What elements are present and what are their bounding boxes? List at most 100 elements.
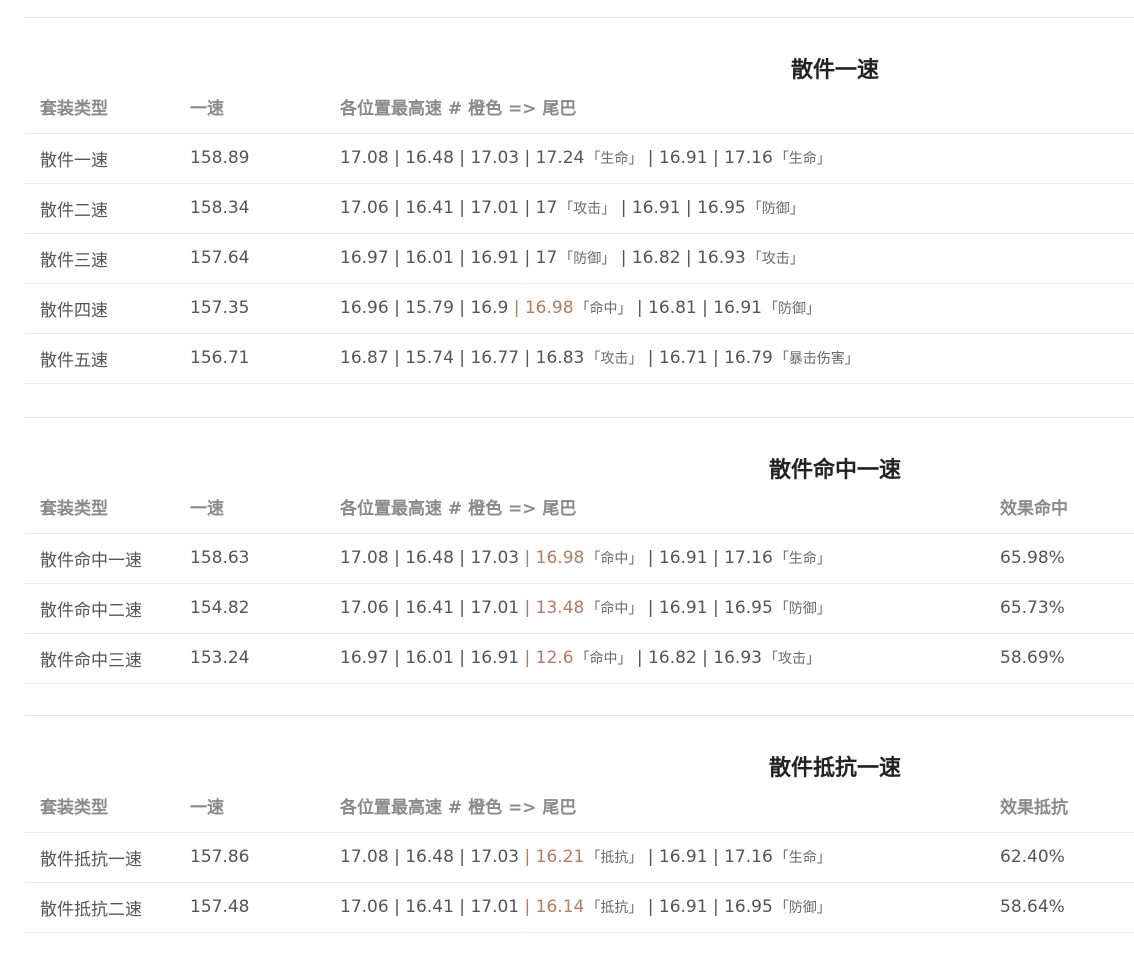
header-speed: 一速 bbox=[175, 81, 325, 134]
slot-speed-value: 17.06 bbox=[340, 598, 389, 618]
effect-cell: 58.69% bbox=[985, 633, 1134, 684]
separator: | bbox=[388, 897, 406, 917]
separator: | bbox=[642, 598, 659, 618]
table-row: 散件抵抗二速 157.48 17.06 | 16.41 | 17.01 | 16.1… bbox=[25, 882, 1134, 933]
slot-speed-value: 17.08 bbox=[340, 548, 389, 568]
slot-speed-value: 15.79 bbox=[405, 298, 454, 318]
separator: | bbox=[707, 897, 725, 917]
separator: | bbox=[519, 348, 536, 368]
separator: | bbox=[642, 148, 659, 168]
slot-speed-value: 16.79 bbox=[724, 348, 773, 368]
slot-speeds-cell: 17.06 | 16.41 | 17.01 | 17 「攻击」 | 16.91 |… bbox=[325, 183, 985, 234]
separator: | bbox=[388, 548, 406, 568]
stat-tag: 「防御」 bbox=[763, 301, 820, 317]
header-extra bbox=[985, 81, 1134, 134]
table-header-row: 套装类型 一速 各位置最高速 # 橙色 => 尾巴 bbox=[25, 81, 1134, 134]
speed-table: 套装类型 一速 各位置最高速 # 橙色 => 尾巴 散件一速 158.89 17.0… bbox=[25, 81, 1134, 384]
slot-speed-value: 16.82 bbox=[648, 648, 697, 668]
header-effect-resist: 效果抵抗 bbox=[985, 780, 1134, 833]
separator: | bbox=[388, 648, 406, 668]
effect-cell: 65.98% bbox=[985, 533, 1134, 584]
speed-cell: 157.86 bbox=[175, 832, 325, 883]
speed-cell: 157.64 bbox=[175, 233, 325, 284]
effect-cell bbox=[985, 133, 1134, 184]
slot-speed-value: 17.06 bbox=[340, 198, 389, 218]
slot-speed-value: 17.01 bbox=[470, 598, 520, 618]
slot-speed-value: 16.01 bbox=[405, 648, 454, 668]
resist-speed-table: 套装类型 一速 各位置最高速 # 橙色 => 尾巴 效果抵抗 散件抵抗一速 157… bbox=[25, 780, 1134, 933]
header-slot-speeds: 各位置最高速 # 橙色 => 尾巴 bbox=[325, 81, 985, 134]
slot-speeds-cell: 17.08 | 16.48 | 17.03 | 16.98 「命中」 | 16.9… bbox=[325, 533, 985, 584]
section-title: 散件一速 bbox=[790, 58, 880, 83]
separator: | bbox=[615, 248, 632, 268]
table-header-row: 套装类型 一速 各位置最高速 # 橙色 => 尾巴 效果命中 bbox=[25, 481, 1134, 534]
header-slot-speeds: 各位置最高速 # 橙色 => 尾巴 bbox=[325, 780, 985, 833]
slot-speed-value: 17.24 bbox=[535, 148, 585, 168]
separator: | bbox=[519, 198, 536, 218]
separator: | bbox=[519, 248, 536, 268]
slot-speed-value: 17 bbox=[535, 248, 558, 268]
slot-speed-value: 17.03 bbox=[470, 148, 520, 168]
slot-speed-value: 16.91 bbox=[658, 148, 708, 168]
speed-cell: 157.48 bbox=[175, 882, 325, 933]
slot-speed-value: 17.01 bbox=[470, 198, 520, 218]
slot-speed-value: 17.03 bbox=[470, 847, 520, 867]
slot-speed-value: 16.71 bbox=[658, 348, 708, 368]
separator: | bbox=[631, 298, 649, 318]
set-type-cell: 散件命中三速 bbox=[25, 633, 175, 684]
separator: | bbox=[453, 648, 471, 668]
separator: | bbox=[707, 348, 725, 368]
effect-cell: 65.73% bbox=[985, 583, 1134, 634]
separator: | bbox=[519, 897, 536, 917]
separator: | bbox=[453, 298, 471, 318]
stat-tag: 「防御」 bbox=[747, 201, 804, 217]
slot-speed-value: 17.16 bbox=[724, 548, 773, 568]
table-row: 散件五速 156.71 16.87 | 15.74 | 16.77 | 16.83 「… bbox=[25, 333, 1134, 384]
slot-speed-value: 16.77 bbox=[470, 348, 520, 368]
table-row: 散件抵抗一速 157.86 17.08 | 16.48 | 17.03 | 16.2… bbox=[25, 832, 1134, 883]
slot-speed-value: 16.91 bbox=[658, 548, 708, 568]
effect-cell bbox=[985, 283, 1134, 334]
effect-cell bbox=[985, 233, 1134, 284]
header-set-type: 套装类型 bbox=[25, 780, 175, 833]
speed-cell: 158.63 bbox=[175, 533, 325, 584]
header-set-type: 套装类型 bbox=[25, 81, 175, 134]
stat-tag: 「命中」 bbox=[575, 651, 632, 667]
slot-speeds-cell: 16.96 | 15.79 | 16.9 | 16.98 「命中」 | 16.81… bbox=[325, 283, 985, 334]
effect-cell: 58.64% bbox=[985, 882, 1134, 933]
stat-tag: 「命中」 bbox=[586, 601, 643, 617]
slot-speed-value: 17.08 bbox=[340, 847, 389, 867]
slot-speed-value: 16.41 bbox=[405, 198, 454, 218]
stat-tag: 「防御」 bbox=[774, 601, 831, 617]
stat-tag: 「抵抗」 bbox=[586, 850, 643, 866]
set-type-cell: 散件四速 bbox=[25, 283, 175, 334]
table-row: 散件命中三速 153.24 16.97 | 16.01 | 16.91 | 12.6… bbox=[25, 633, 1134, 684]
section-hit-speed: 散件命中一速 套装类型 一速 各位置最高速 # 橙色 => 尾巴 效果命中 散件… bbox=[25, 417, 1134, 684]
separator: | bbox=[707, 148, 725, 168]
slot-speed-value: 16.91 bbox=[631, 198, 681, 218]
separator: | bbox=[696, 298, 714, 318]
effect-cell: 62.40% bbox=[985, 832, 1134, 883]
header-speed: 一速 bbox=[175, 780, 325, 833]
slot-speed-value: 16.91 bbox=[658, 598, 708, 618]
stat-tag: 「攻击」 bbox=[559, 201, 616, 217]
speed-cell: 158.34 bbox=[175, 183, 325, 234]
section-speed-one: 散件一速 套装类型 一速 各位置最高速 # 橙色 => 尾巴 散件一速 158.8… bbox=[25, 17, 1134, 384]
speed-cell: 153.24 bbox=[175, 633, 325, 684]
slot-speed-value: 16.83 bbox=[535, 348, 585, 368]
section-resist-speed: 散件抵抗一速 套装类型 一速 各位置最高速 # 橙色 => 尾巴 效果抵抗 散件… bbox=[25, 715, 1134, 933]
slot-speed-value: 16.91 bbox=[658, 847, 708, 867]
table-header-row: 套装类型 一速 各位置最高速 # 橙色 => 尾巴 效果抵抗 bbox=[25, 780, 1134, 833]
set-type-cell: 散件五速 bbox=[25, 333, 175, 384]
table-row: 散件三速 157.64 16.97 | 16.01 | 16.91 | 17 「防御」… bbox=[25, 233, 1134, 284]
stat-tag: 「抵抗」 bbox=[586, 900, 643, 916]
slot-speed-value: 16.91 bbox=[713, 298, 762, 318]
slot-speeds-cell: 16.87 | 15.74 | 16.77 | 16.83 「攻击」 | 16.7… bbox=[325, 333, 985, 384]
slot-speed-value-highlight: 13.48 bbox=[535, 598, 585, 618]
set-type-cell: 散件三速 bbox=[25, 233, 175, 284]
slot-speeds-cell: 17.08 | 16.48 | 17.03 | 17.24 「生命」 | 16.9… bbox=[325, 133, 985, 184]
separator: | bbox=[388, 348, 406, 368]
separator: | bbox=[453, 897, 471, 917]
separator: | bbox=[642, 348, 659, 368]
effect-cell bbox=[985, 333, 1134, 384]
